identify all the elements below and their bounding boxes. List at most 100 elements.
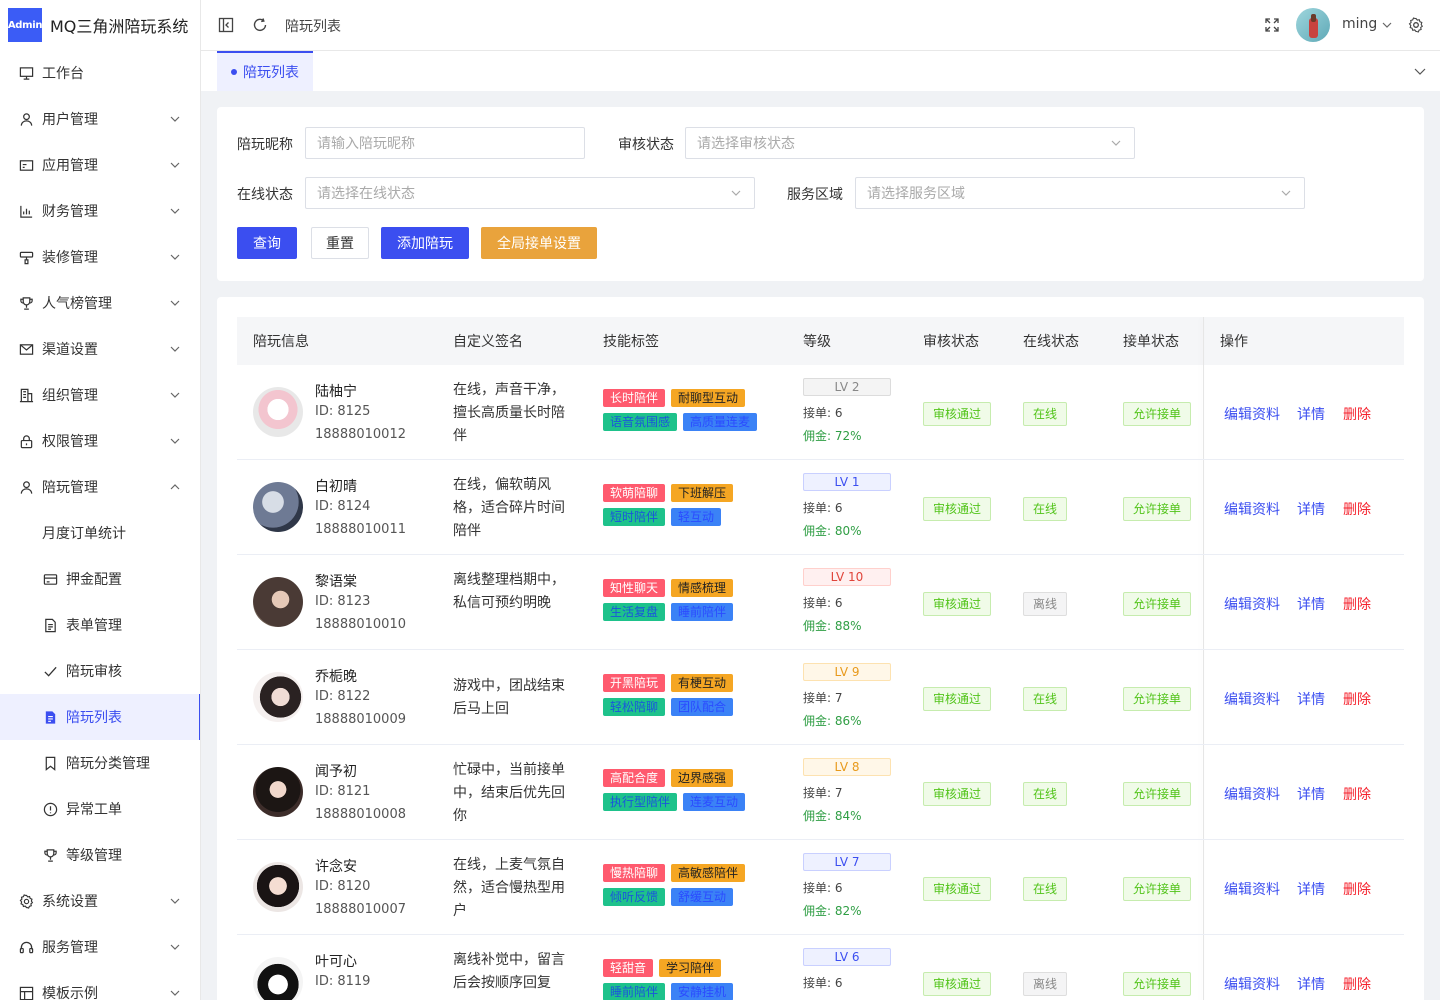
sidebar-item-org-mgmt[interactable]: 组织管理 (0, 372, 200, 418)
delete-link[interactable]: 删除 (1343, 499, 1371, 519)
companion-id: ID: 8119 (315, 974, 371, 989)
fullscreen-icon[interactable] (1263, 16, 1281, 34)
detail-link[interactable]: 详情 (1297, 689, 1325, 709)
column-header-online: 在线状态 (1023, 334, 1079, 350)
service-area-select[interactable]: 请选择服务区域 (855, 177, 1305, 209)
tab-companion-list[interactable]: 陪玩列表 (217, 51, 313, 91)
detail-link[interactable]: 详情 (1297, 594, 1325, 614)
query-button[interactable]: 查询 (237, 227, 297, 259)
sidebar-item-companion-list[interactable]: 陪玩列表 (0, 694, 200, 740)
detail-link[interactable]: 详情 (1297, 499, 1325, 519)
detail-link[interactable]: 详情 (1297, 404, 1325, 424)
sidebar-item-label: 系统设置 (42, 894, 98, 910)
sidebar-item-label: 异常工单 (66, 802, 122, 818)
sidebar-item-label: 服务管理 (42, 940, 98, 956)
table-row: 叶可心 ID: 8119 离线补觉中，留言后会按顺序回复 轻甜音 学习陪伴 睡前陪伴 安静挂… (237, 935, 1404, 1000)
order-count: 接单: 6 (803, 596, 843, 610)
sidebar-item-permission-mgmt[interactable]: 权限管理 (0, 418, 200, 464)
sidebar-item-form-mgmt[interactable]: 表单管理 (0, 602, 200, 648)
edit-profile-link[interactable]: 编辑资料 (1224, 404, 1280, 424)
sidebar-item-app-mgmt[interactable]: 应用管理 (0, 142, 200, 188)
chevron-down-icon (168, 894, 182, 908)
sidebar-item-service-mgmt[interactable]: 服务管理 (0, 924, 200, 970)
chevron-up-icon (168, 480, 182, 494)
table-row: 黎语棠 ID: 8123 18888010010 离线整理档期中，私信可预约明晚 知性聊… (237, 555, 1404, 650)
skill-tag: 边界感强 (671, 769, 734, 787)
edit-profile-link[interactable]: 编辑资料 (1224, 594, 1280, 614)
skill-tag: 软萌陪聊 (603, 484, 666, 502)
sidebar-item-level-mgmt[interactable]: 等级管理 (0, 832, 200, 878)
breadcrumb: 陪玩列表 (285, 19, 341, 35)
sidebar-item-label: 月度订单统计 (42, 526, 126, 542)
avatar (253, 957, 303, 1000)
level-badge: LV 9 (803, 663, 891, 681)
commission-rate: 佣金: 88% (803, 619, 862, 633)
collapse-sidebar-icon[interactable] (217, 16, 235, 34)
skill-tag: 长时陪伴 (603, 389, 666, 407)
commission-rate: 佣金: 82% (803, 904, 862, 918)
sidebar-item-label: 表单管理 (66, 618, 122, 634)
online-status-placeholder: 请选择在线状态 (317, 186, 415, 202)
sidebar-item-companion-review[interactable]: 陪玩审核 (0, 648, 200, 694)
sidebar-item-template-demo[interactable]: 模板示例 (0, 970, 200, 1000)
level-badge: LV 7 (803, 853, 891, 871)
column-header-skills: 技能标签 (603, 334, 659, 350)
sidebar-item-abnormal-ticket[interactable]: 异常工单 (0, 786, 200, 832)
reset-button[interactable]: 重置 (311, 227, 369, 259)
delete-link[interactable]: 删除 (1343, 689, 1371, 709)
delete-link[interactable]: 删除 (1343, 784, 1371, 804)
chevron-down-icon (168, 204, 182, 218)
sidebar-item-system-settings[interactable]: 系统设置 (0, 878, 200, 924)
edit-profile-link[interactable]: 编辑资料 (1224, 499, 1280, 519)
edit-profile-link[interactable]: 编辑资料 (1224, 784, 1280, 804)
sidebar-item-companion-mgmt[interactable]: 陪玩管理 (0, 464, 200, 510)
sidebar-item-label: 人气榜管理 (42, 296, 112, 312)
gear-icon[interactable] (1407, 16, 1425, 34)
sidebar-item-channel-settings[interactable]: 渠道设置 (0, 326, 200, 372)
chevron-down-icon (1110, 137, 1122, 149)
sidebar-item-companion-category[interactable]: 陪玩分类管理 (0, 740, 200, 786)
delete-link[interactable]: 删除 (1343, 404, 1371, 424)
detail-link[interactable]: 详情 (1297, 879, 1325, 899)
logo[interactable]: Admin MQ三角洲陪玩系统 (0, 0, 200, 50)
avatar[interactable] (1296, 8, 1330, 42)
edit-profile-link[interactable]: 编辑资料 (1224, 879, 1280, 899)
column-header-review: 审核状态 (923, 334, 979, 350)
sidebar-item-deposit-config[interactable]: 押金配置 (0, 556, 200, 602)
edit-profile-link[interactable]: 编辑资料 (1224, 974, 1280, 994)
avatar (253, 767, 303, 817)
review-status-select[interactable]: 请选择审核状态 (685, 127, 1135, 159)
sidebar-item-user-mgmt[interactable]: 用户管理 (0, 96, 200, 142)
refresh-icon[interactable] (251, 16, 269, 34)
nickname-input[interactable]: 请输入陪玩昵称 (305, 127, 585, 159)
user-name[interactable]: ming (1342, 16, 1377, 32)
chevron-down-icon[interactable] (1381, 19, 1393, 31)
tabs-dropdown-icon[interactable] (1414, 65, 1426, 77)
sidebar-item-monthly-orders[interactable]: 月度订单统计 (0, 510, 200, 556)
table-row: 白初晴 ID: 8124 18888010011 在线，偏软萌风格，适合碎片时间陪伴 软… (237, 460, 1404, 555)
companion-phone: 18888010008 (315, 807, 406, 822)
detail-link[interactable]: 详情 (1297, 784, 1325, 804)
detail-link[interactable]: 详情 (1297, 974, 1325, 994)
sidebar-item-label: 财务管理 (42, 204, 98, 220)
online-status-select[interactable]: 请选择在线状态 (305, 177, 755, 209)
add-companion-button[interactable]: 添加陪玩 (381, 227, 469, 259)
delete-link[interactable]: 删除 (1343, 974, 1371, 994)
edit-profile-link[interactable]: 编辑资料 (1224, 689, 1280, 709)
companion-signature: 在线，上麦气氛自然，适合慢热型用户 (453, 857, 565, 919)
skill-tag: 学习陪伴 (659, 959, 722, 977)
sidebar-item-finance-mgmt[interactable]: 财务管理 (0, 188, 200, 234)
sidebar-item-popularity-mgmt[interactable]: 人气榜管理 (0, 280, 200, 326)
skill-tag: 高配合度 (603, 769, 666, 787)
review-status-badge: 审核通过 (923, 877, 992, 901)
filter-panel: 陪玩昵称 请输入陪玩昵称 审核状态 请选择审核状态 在线状态 请选择在线状态 服… (217, 107, 1424, 281)
commission-rate: 佣金: 84% (803, 809, 862, 823)
sidebar-item-decor-mgmt[interactable]: 装修管理 (0, 234, 200, 280)
delete-link[interactable]: 删除 (1343, 879, 1371, 899)
skill-tag: 高质量连麦 (683, 413, 758, 431)
tab-label: 陪玩列表 (243, 65, 299, 81)
delete-link[interactable]: 删除 (1343, 594, 1371, 614)
sidebar-item-workbench[interactable]: 工作台 (0, 50, 200, 96)
global-order-settings-button[interactable]: 全局接单设置 (481, 227, 597, 259)
chevron-down-icon (168, 158, 182, 172)
